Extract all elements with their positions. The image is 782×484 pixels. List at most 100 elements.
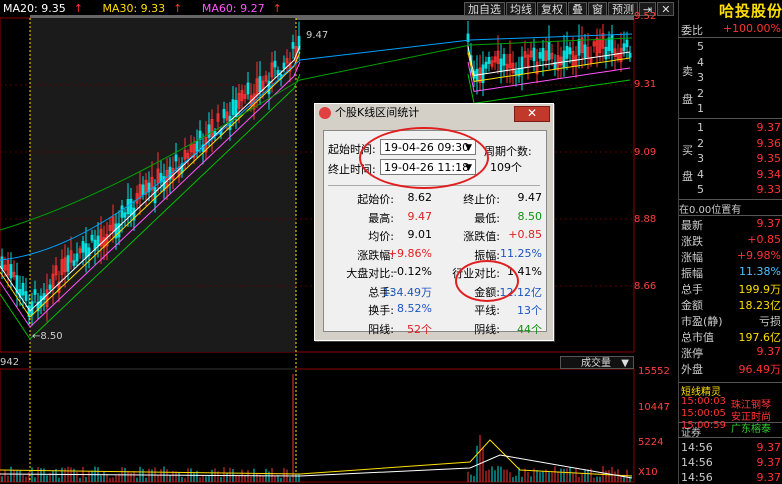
- quote-value: 96.49万: [738, 363, 782, 376]
- stat-label: 阴线:: [474, 322, 500, 336]
- order-status: 在0.00位置有: [679, 205, 742, 216]
- ma30-label: MA30: 9.33 ↑: [102, 2, 183, 15]
- stats-row: 起始价: 8.62 终止价: 9.47: [330, 191, 544, 209]
- buy-level: 5: [697, 183, 704, 196]
- buy-price: 9.34: [756, 167, 782, 181]
- stat-label: 最低:: [474, 211, 500, 225]
- period-count-label: 周期个数:: [484, 145, 532, 158]
- close-button[interactable]: ✕: [514, 106, 550, 122]
- stat-label: 平线:: [474, 304, 500, 317]
- stat-label: 大盘对比:: [346, 267, 394, 280]
- short-line-time: 15:00:05: [681, 408, 726, 419]
- annotation-circle: [359, 127, 489, 189]
- volume-axis-label: 10447: [638, 402, 670, 413]
- divider: [679, 118, 782, 119]
- ma20-label: MA20: 9.35 ↑: [3, 2, 83, 15]
- short-line-time: 15:00:03: [681, 396, 726, 407]
- stat-value: 52个: [407, 322, 432, 336]
- tick-price: 9.37: [756, 471, 782, 484]
- buy-level: 2: [697, 136, 704, 150]
- stats-row: 涨跌幅: +9.86% 振幅: 11.25%: [330, 247, 544, 265]
- quote-value: 197.6亿: [738, 331, 782, 344]
- stat-value: 8.50: [517, 209, 543, 223]
- buy-level: 1: [697, 121, 704, 134]
- price-axis-label: 8.88: [634, 214, 657, 225]
- quote-value: +0.85: [747, 233, 781, 246]
- add-watchlist-button[interactable]: 加自选: [464, 2, 505, 16]
- quote-value: 9.37: [756, 217, 782, 230]
- volume-axis-label: 5224: [638, 437, 664, 448]
- stats-row: 最高: 9.47 最低: 8.50: [330, 210, 544, 228]
- stat-label: 起始价:: [357, 193, 394, 206]
- divider: [679, 215, 782, 216]
- quote-label: 总市值: [681, 331, 714, 344]
- sell-level: 4: [697, 55, 704, 69]
- overlay-button[interactable]: 叠: [568, 2, 587, 16]
- price-axis-label: 9.31: [634, 79, 657, 90]
- stat-value: 13个: [517, 304, 542, 317]
- buy-price: 9.36: [756, 136, 782, 150]
- volume-axis-label: X10: [638, 467, 658, 478]
- tick-time: 14:56: [681, 456, 713, 469]
- stock-name: 哈投股份: [718, 2, 782, 20]
- divider: [679, 437, 782, 438]
- buy-level: 4: [697, 167, 704, 181]
- stat-label: 最高:: [368, 211, 394, 225]
- sell-level: 1: [697, 102, 704, 115]
- tick-price: 9.37: [756, 441, 782, 454]
- moving-average-button[interactable]: 均线: [506, 2, 536, 16]
- buy-price: 9.37: [756, 121, 782, 134]
- stat-label: 均价:: [368, 230, 394, 243]
- price-axis-label: 8.66: [634, 281, 657, 292]
- quote-label: 最新: [681, 219, 703, 232]
- adjust-price-button[interactable]: 复权: [537, 2, 567, 16]
- price-axis-label: 9.52: [634, 11, 657, 22]
- low-price-label: ←8.50: [32, 331, 63, 342]
- price-axis-label: 9.09: [634, 147, 657, 158]
- volume-axis-label: 15552: [638, 366, 670, 377]
- quote-value: 199.9万: [738, 283, 782, 296]
- stat-value: 134.49万: [382, 285, 433, 299]
- quote-value: 18.23亿: [738, 299, 782, 312]
- stat-value: 9.47: [407, 209, 433, 223]
- interval-stats-dialog: 个股K线区间统计 ✕ 起始时间: 19-04-26 09:30 ▼ 终止时间: 1…: [314, 103, 554, 341]
- divider: [679, 37, 782, 38]
- period-count-value: 109个: [490, 161, 522, 174]
- weibi-label: 委比: [681, 24, 703, 37]
- quote-label: 外盘: [681, 363, 703, 376]
- quote-value: 亏损: [759, 315, 781, 328]
- window-button[interactable]: 窗: [588, 2, 607, 16]
- stat-label: 换手:: [368, 304, 394, 317]
- stat-value: 11.25%: [500, 246, 542, 260]
- stats-row: 换手: 8.52% 平线: 13个: [330, 302, 544, 320]
- sell-level: 2: [697, 86, 704, 100]
- sell-level: 5: [697, 40, 704, 53]
- divider: [679, 199, 782, 200]
- quote-value: 11.38%: [739, 265, 781, 278]
- quote-panel: 哈投股份 委比 +100.00% 卖盘 买盘 在0.00位置有 短线精灵 证券 …: [678, 0, 782, 484]
- stat-value: 44个: [517, 322, 542, 336]
- stat-value: 8.62: [407, 191, 433, 204]
- short-line-stock: 广东榕泰: [731, 424, 771, 435]
- sell-level: 3: [697, 71, 704, 84]
- stat-label: 涨跌值:: [463, 230, 500, 243]
- quote-label: 金额: [681, 299, 703, 312]
- stat-value: 9.47: [517, 191, 543, 204]
- ma-legend: MA20: 9.35 ↑ MA30: 9.33 ↑ MA60: 9.27 ↑: [3, 2, 298, 15]
- stat-label: 阳线:: [368, 322, 394, 336]
- annotation-circle: [455, 260, 519, 302]
- quote-label: 涨幅: [681, 251, 703, 264]
- ma60-label: MA60: 9.27 ↑: [201, 2, 282, 15]
- app-icon: [319, 107, 331, 119]
- quote-label: 振幅: [681, 267, 703, 280]
- stat-value: 8.52%: [397, 302, 432, 315]
- buy-price: 9.33: [756, 183, 782, 196]
- quote-value: 9.37: [756, 345, 782, 358]
- quote-label: 总手: [681, 283, 703, 296]
- tick-time: 14:56: [681, 441, 713, 454]
- stats-row: 阳线: 52个 阴线: 44个: [330, 321, 544, 339]
- stat-value: +0.85: [508, 228, 542, 241]
- stat-value: 9.01: [407, 228, 433, 241]
- quote-label: 市盈(静): [681, 315, 723, 328]
- indicator-select[interactable]: 成交量 ▼: [560, 356, 634, 369]
